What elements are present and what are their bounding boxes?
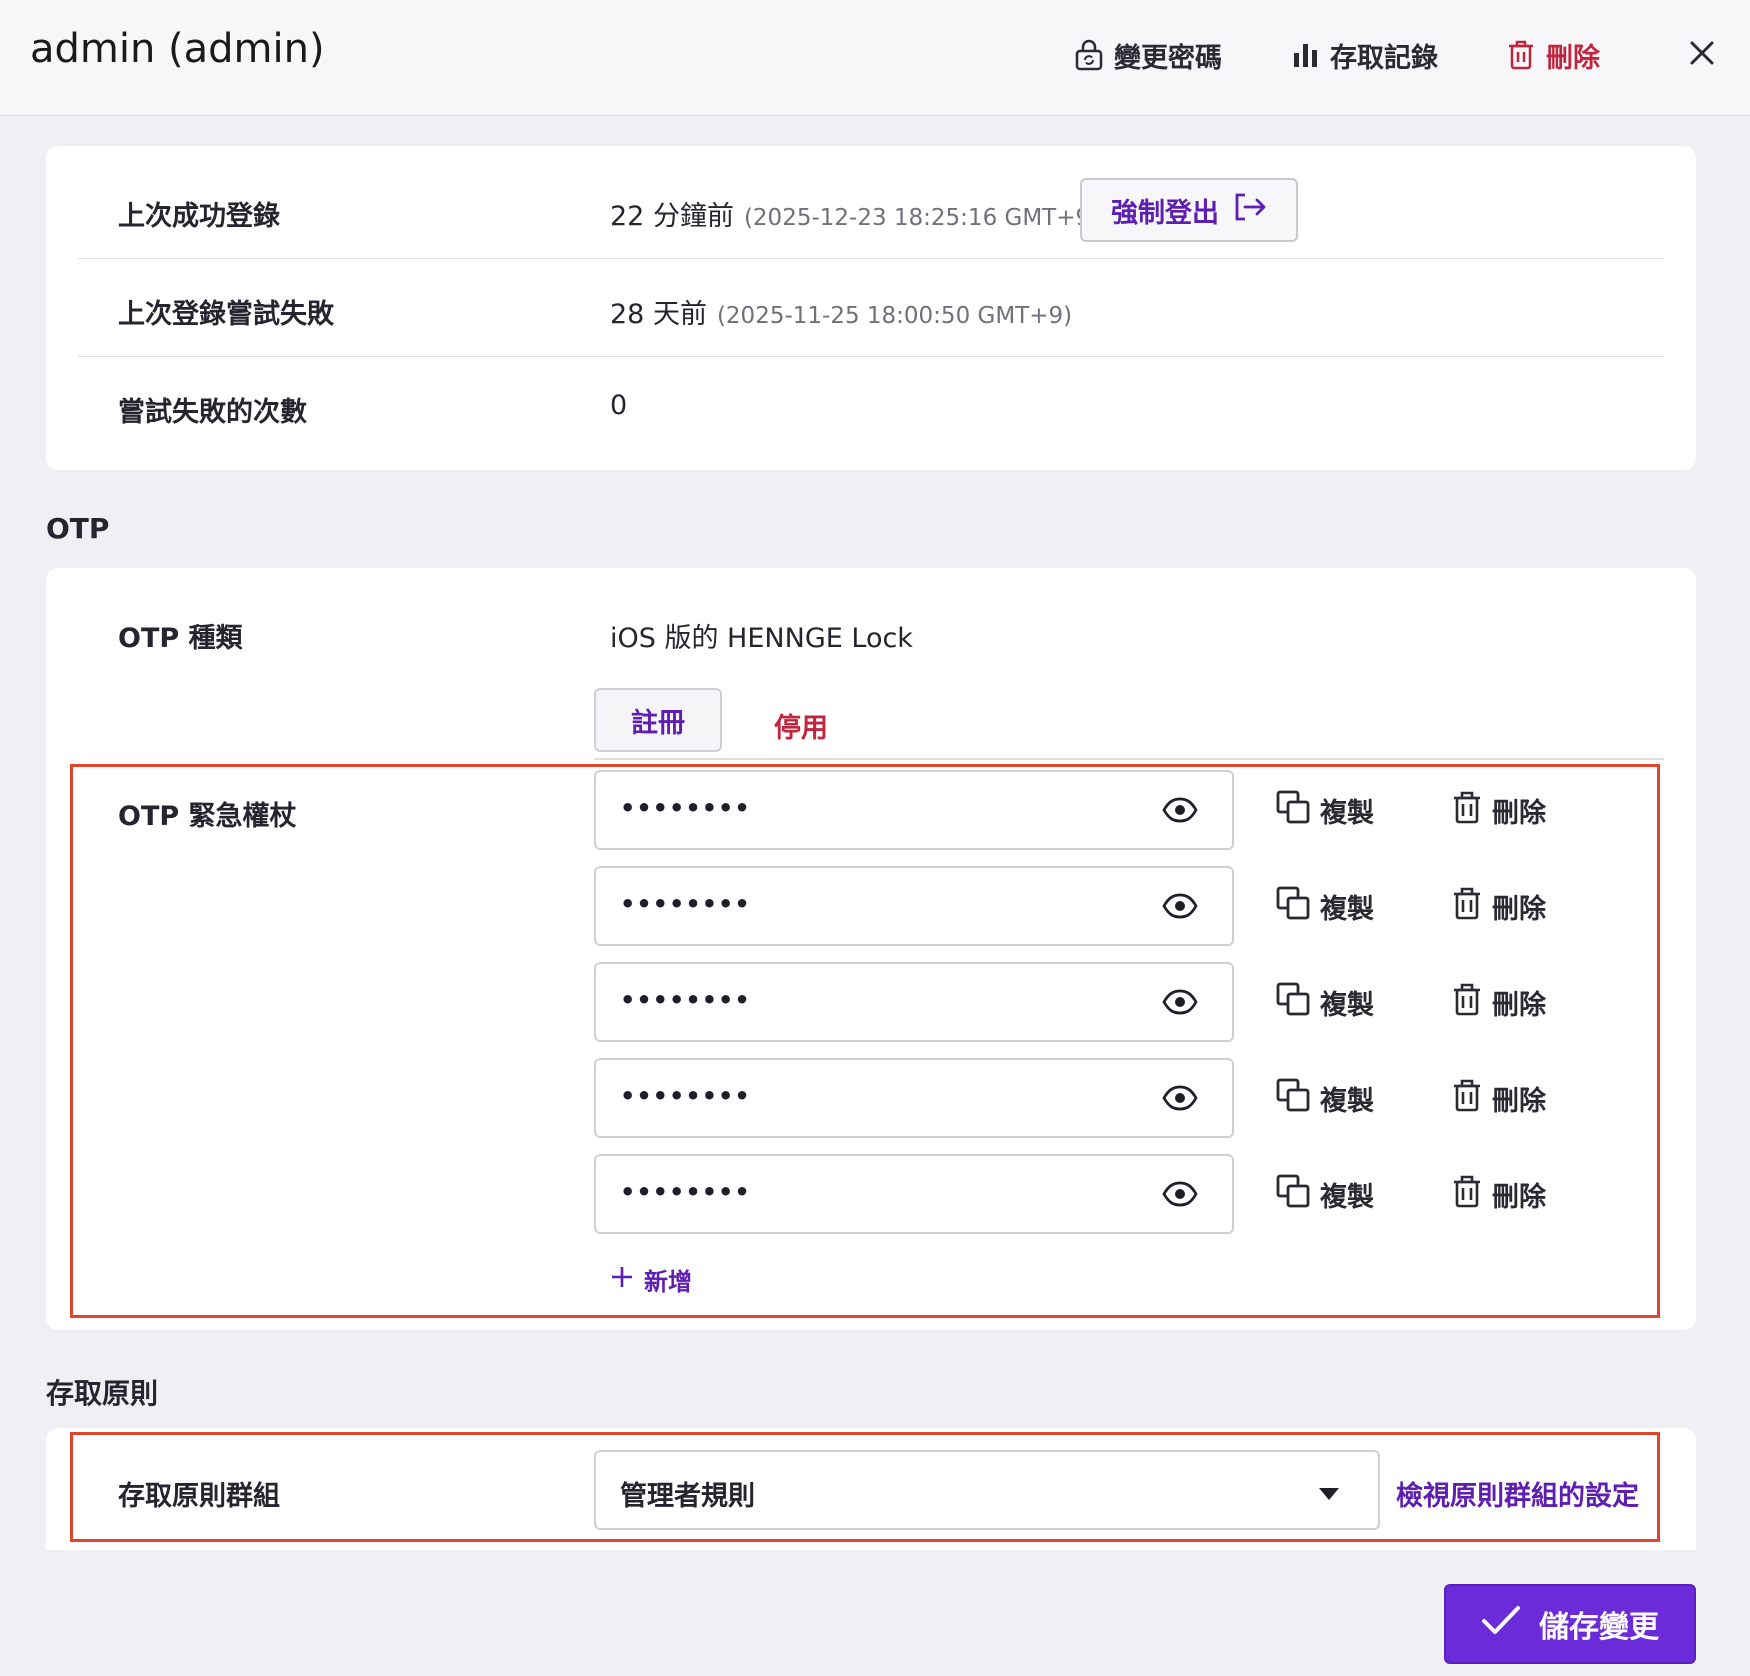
trash-icon xyxy=(1452,790,1482,831)
copy-label: 複製 xyxy=(1320,1182,1374,1213)
otp-type-label: OTP 種類 xyxy=(118,623,243,654)
divider xyxy=(78,258,1664,259)
trash-icon xyxy=(1506,39,1536,71)
copy-button[interactable]: 複製 xyxy=(1276,790,1374,831)
user-detail-page: admin (admin) 變更密碼 存取記錄 刪除 上次成功登錄 22 分鐘前… xyxy=(0,0,1750,1676)
change-password-button[interactable]: 變更密碼 xyxy=(1074,34,1222,76)
caret-down-icon xyxy=(1318,1486,1340,1505)
add-token-label: 新增 xyxy=(644,1268,692,1296)
change-password-label: 變更密碼 xyxy=(1114,42,1222,74)
copy-icon xyxy=(1276,886,1310,927)
check-icon xyxy=(1481,1604,1521,1644)
divider xyxy=(78,356,1664,357)
policy-card: 存取原則群組 管理者規則 檢視原則群組的設定 xyxy=(46,1428,1696,1550)
last-success-login-value: 22 分鐘前 (2025-12-23 18:25:16 GMT+9) xyxy=(610,194,1099,233)
force-logout-label: 強制登出 xyxy=(1111,197,1219,229)
trash-icon xyxy=(1452,1078,1482,1119)
otp-emergency-token-label: OTP 緊急權杖 xyxy=(118,801,297,832)
token-field[interactable]: •••••••• xyxy=(594,962,1234,1042)
last-failed-login-timestamp: (2025-11-25 18:00:50 GMT+9) xyxy=(716,303,1073,329)
page-title: admin (admin) xyxy=(30,26,325,72)
copy-icon xyxy=(1276,982,1310,1023)
copy-button[interactable]: 複製 xyxy=(1276,1174,1374,1215)
tab-disable[interactable]: 停用 xyxy=(774,706,828,745)
view-policy-group-link[interactable]: 檢視原則群組的設定 xyxy=(1396,1474,1639,1513)
copy-icon xyxy=(1276,790,1310,831)
delete-token-button[interactable]: 刪除 xyxy=(1452,886,1546,927)
last-success-login-timestamp: (2025-12-23 18:25:16 GMT+9) xyxy=(743,205,1100,231)
failed-attempts-label: 嘗試失敗的次數 xyxy=(118,397,307,428)
trash-icon xyxy=(1452,982,1482,1023)
failed-attempts-value: 0 xyxy=(610,390,628,421)
policy-group-select[interactable]: 管理者規則 xyxy=(594,1450,1380,1530)
plus-icon xyxy=(610,1265,634,1295)
token-masked-value: •••••••• xyxy=(620,890,751,918)
dialog-header: admin (admin) 變更密碼 存取記錄 刪除 xyxy=(0,0,1750,116)
token-masked-value: •••••••• xyxy=(620,986,751,1014)
trash-icon xyxy=(1452,1174,1482,1215)
policy-group-value: 管理者規則 xyxy=(620,1481,755,1512)
delete-token-button[interactable]: 刪除 xyxy=(1452,790,1546,831)
lock-icon xyxy=(1074,39,1104,71)
otp-type-value: iOS 版的 HENNGE Lock xyxy=(610,623,913,654)
token-masked-value: •••••••• xyxy=(620,794,751,822)
copy-icon xyxy=(1276,1174,1310,1215)
last-success-login-label: 上次成功登錄 xyxy=(118,201,280,232)
copy-label: 複製 xyxy=(1320,894,1374,925)
delete-user-button[interactable]: 刪除 xyxy=(1506,34,1600,76)
copy-label: 複製 xyxy=(1320,1086,1374,1117)
copy-icon xyxy=(1276,1078,1310,1119)
copy-button[interactable]: 複製 xyxy=(1276,982,1374,1023)
copy-label: 複製 xyxy=(1320,798,1374,829)
eye-icon[interactable] xyxy=(1162,892,1198,924)
access-log-label: 存取記錄 xyxy=(1330,42,1438,74)
token-field[interactable]: •••••••• xyxy=(594,866,1234,946)
login-info-card: 上次成功登錄 22 分鐘前 (2025-12-23 18:25:16 GMT+9)… xyxy=(46,146,1696,470)
token-field[interactable]: •••••••• xyxy=(594,1058,1234,1138)
token-field[interactable]: •••••••• xyxy=(594,770,1234,850)
access-log-button[interactable]: 存取記錄 xyxy=(1292,34,1438,76)
eye-icon[interactable] xyxy=(1162,796,1198,828)
token-masked-value: •••••••• xyxy=(620,1082,751,1110)
delete-token-button[interactable]: 刪除 xyxy=(1452,1174,1546,1215)
last-failed-login-relative: 28 天前 xyxy=(610,299,707,330)
copy-button[interactable]: 複製 xyxy=(1276,1078,1374,1119)
delete-user-label: 刪除 xyxy=(1546,42,1600,74)
last-failed-login-label: 上次登錄嘗試失敗 xyxy=(118,299,334,330)
token-masked-value: •••••••• xyxy=(620,1178,751,1206)
otp-section-title: OTP xyxy=(46,512,110,545)
tab-register[interactable]: 註冊 xyxy=(594,688,722,752)
save-changes-label: 儲存變更 xyxy=(1539,1610,1659,1645)
delete-token-button[interactable]: 刪除 xyxy=(1452,1078,1546,1119)
delete-label: 刪除 xyxy=(1492,990,1546,1021)
policy-group-label: 存取原則群組 xyxy=(118,1481,280,1512)
close-icon[interactable] xyxy=(1687,38,1717,72)
delete-token-button[interactable]: 刪除 xyxy=(1452,982,1546,1023)
trash-icon xyxy=(1452,886,1482,927)
copy-label: 複製 xyxy=(1320,990,1374,1021)
policy-section-title: 存取原則 xyxy=(46,1377,159,1410)
last-success-login-relative: 22 分鐘前 xyxy=(610,201,734,232)
delete-label: 刪除 xyxy=(1492,1086,1546,1117)
delete-label: 刪除 xyxy=(1492,894,1546,925)
force-logout-button[interactable]: 強制登出 xyxy=(1080,178,1298,242)
delete-label: 刪除 xyxy=(1492,1182,1546,1213)
tab-underline xyxy=(594,758,1664,760)
last-failed-login-value: 28 天前 (2025-11-25 18:00:50 GMT+9) xyxy=(610,292,1072,331)
otp-card: OTP 種類 iOS 版的 HENNGE Lock 註冊 停用 OTP 緊急權杖… xyxy=(46,568,1696,1330)
token-field[interactable]: •••••••• xyxy=(594,1154,1234,1234)
eye-icon[interactable] xyxy=(1162,1084,1198,1116)
eye-icon[interactable] xyxy=(1162,988,1198,1020)
logout-icon xyxy=(1233,192,1267,229)
bar-chart-icon xyxy=(1292,41,1320,69)
add-token-button[interactable]: 新增 xyxy=(610,1262,692,1297)
save-changes-button[interactable]: 儲存變更 xyxy=(1444,1584,1696,1664)
copy-button[interactable]: 複製 xyxy=(1276,886,1374,927)
eye-icon[interactable] xyxy=(1162,1180,1198,1212)
delete-label: 刪除 xyxy=(1492,798,1546,829)
